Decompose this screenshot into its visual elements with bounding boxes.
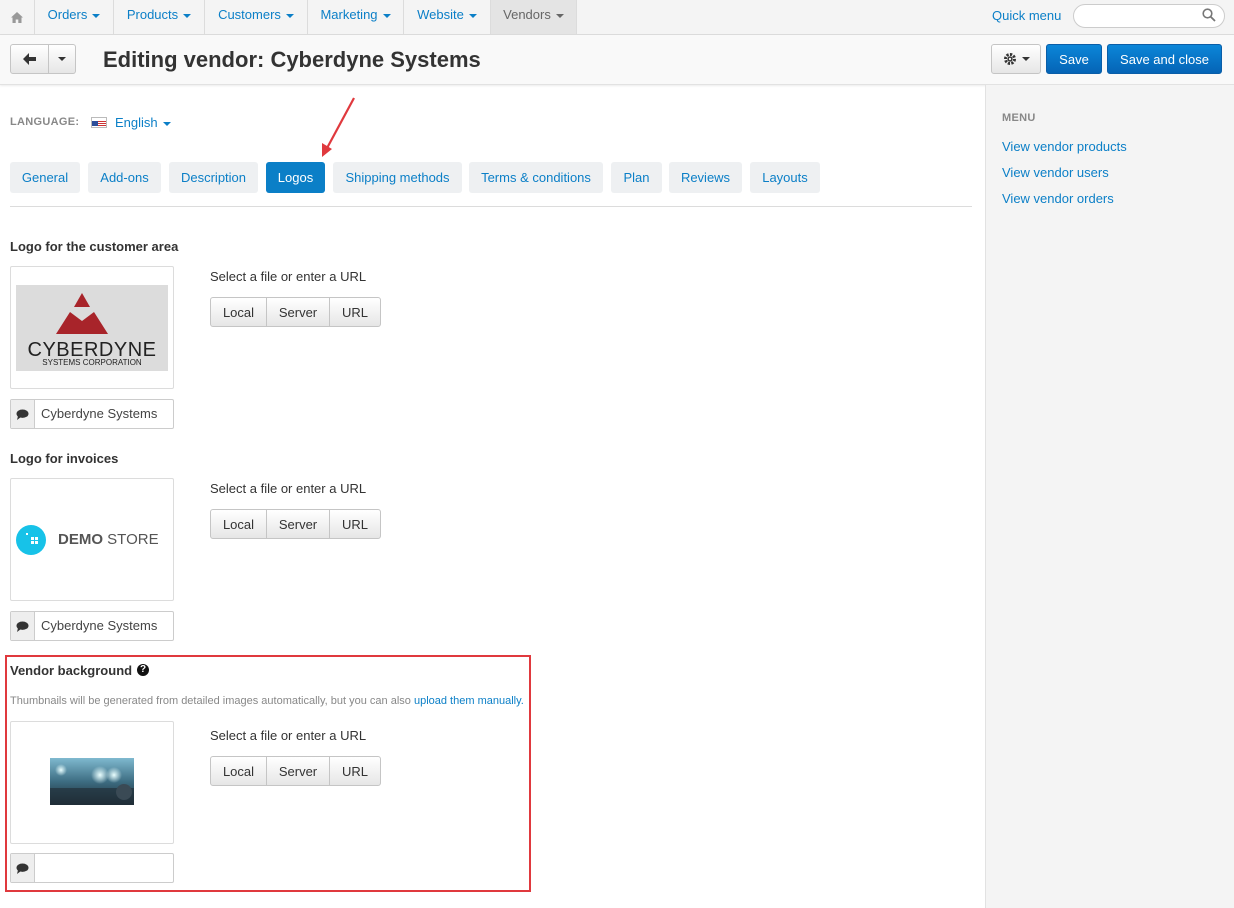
arrow-left-icon: [23, 53, 36, 65]
tab-terms-conditions[interactable]: Terms & conditions: [469, 162, 603, 193]
gear-icon: [1003, 53, 1016, 65]
url-button[interactable]: URL: [329, 756, 381, 786]
home-icon[interactable]: [0, 0, 35, 34]
tab-reviews[interactable]: Reviews: [669, 162, 742, 193]
invoice-logo-preview: DEMO STORE: [10, 478, 174, 601]
back-button[interactable]: [10, 44, 49, 74]
demo-store-logo-icon: [16, 525, 46, 555]
customer-logo-alt-value: Cyberdyne Systems: [41, 406, 158, 421]
customer-logo-alt-field[interactable]: Cyberdyne Systems: [10, 399, 174, 429]
cyberdyne-logo-subtext: SYSTEMS CORPORATION: [42, 358, 142, 367]
annotation-arrow-icon: [322, 97, 355, 157]
upload-manually-link[interactable]: upload them manually.: [414, 695, 524, 707]
thumbnail-hint-text: Thumbnails will be generated from detail…: [10, 695, 411, 707]
tab-plan[interactable]: Plan: [611, 162, 662, 193]
save-and-close-button[interactable]: Save and close: [1107, 44, 1222, 74]
invoice-logo-alt-field[interactable]: Cyberdyne Systems: [10, 611, 174, 641]
local-button[interactable]: Local: [210, 297, 267, 327]
nav-marketing[interactable]: Marketing: [308, 0, 404, 34]
nav-website-label: Website: [417, 7, 464, 22]
chevron-down-icon: [382, 13, 391, 18]
language-label: LANGUAGE:: [10, 116, 80, 128]
search-input[interactable]: [1073, 4, 1225, 28]
tab-layouts[interactable]: Layouts: [750, 162, 820, 193]
back-button-group: [10, 44, 76, 74]
language-selector[interactable]: English: [115, 115, 171, 130]
invoice-logo-title: Logo for invoices: [10, 451, 119, 466]
page-title: Editing vendor: Cyberdyne Systems: [103, 47, 481, 72]
vendor-background-uploader: Local Server URL: [210, 756, 381, 786]
customer-logo-uploader: Local Server URL: [210, 297, 381, 327]
tab-logos[interactable]: Logos: [266, 162, 325, 193]
vendor-background-select-label: Select a file or enter a URL: [210, 728, 367, 743]
help-icon[interactable]: ?: [137, 664, 149, 676]
chevron-down-icon: [555, 13, 564, 18]
demo-store-logo-light: STORE: [107, 531, 159, 548]
local-button[interactable]: Local: [210, 756, 267, 786]
nav-customers[interactable]: Customers: [205, 0, 308, 34]
server-button[interactable]: Server: [266, 509, 330, 539]
language-value: English: [115, 115, 158, 130]
chevron-down-icon: [285, 13, 294, 18]
nav-website[interactable]: Website: [404, 0, 491, 34]
nav-customers-label: Customers: [218, 7, 281, 22]
chevron-down-icon: [183, 13, 192, 18]
sidebar-link-vendor-orders[interactable]: View vendor orders: [1002, 191, 1114, 206]
demo-store-logo-text: DEMO STORE: [58, 531, 159, 548]
customer-logo-select-label: Select a file or enter a URL: [210, 269, 367, 284]
tab-description[interactable]: Description: [169, 162, 258, 193]
save-button[interactable]: Save: [1046, 44, 1102, 74]
server-button[interactable]: Server: [266, 297, 330, 327]
url-button[interactable]: URL: [329, 509, 381, 539]
nav-vendors-label: Vendors: [503, 7, 551, 22]
vendor-background-preview: [10, 721, 174, 844]
vendor-background-alt-field[interactable]: [10, 853, 174, 883]
server-button[interactable]: Server: [266, 756, 330, 786]
thumbnail-hint: Thumbnails will be generated from detail…: [10, 695, 524, 707]
comment-icon: [11, 400, 35, 428]
nav-orders[interactable]: Orders: [35, 0, 114, 34]
chevron-down-icon: [58, 57, 66, 61]
tab-shipping-methods[interactable]: Shipping methods: [333, 162, 462, 193]
url-button[interactable]: URL: [329, 297, 381, 327]
chevron-down-icon: [1021, 57, 1030, 61]
vendor-background-title: Vendor background: [10, 663, 133, 678]
invoice-logo-select-label: Select a file or enter a URL: [210, 481, 367, 496]
page-header: Editing vendor: Cyberdyne Systems Save S…: [0, 35, 1234, 85]
comment-icon: [11, 612, 35, 640]
back-dropdown-button[interactable]: [49, 44, 76, 74]
nav-vendors[interactable]: Vendors: [491, 0, 577, 34]
sidebar-link-vendor-users[interactable]: View vendor users: [1002, 165, 1109, 180]
chevron-down-icon: [162, 121, 171, 126]
customer-logo-preview: CYBERDYNE SYSTEMS CORPORATION: [10, 266, 174, 389]
nav-orders-label: Orders: [47, 7, 88, 22]
chevron-down-icon: [92, 13, 101, 18]
comment-icon: [11, 854, 35, 882]
nav-products-label: Products: [126, 7, 179, 22]
sidebar-link-vendor-products[interactable]: View vendor products: [1002, 139, 1127, 154]
invoice-logo-alt-value: Cyberdyne Systems: [41, 618, 158, 633]
background-image: [50, 758, 134, 805]
tab-addons[interactable]: Add-ons: [88, 162, 161, 193]
chevron-down-icon: [468, 13, 477, 18]
invoice-logo-uploader: Local Server URL: [210, 509, 381, 539]
search-icon[interactable]: [1202, 8, 1216, 25]
nav-products[interactable]: Products: [114, 0, 205, 34]
customer-logo-title: Logo for the customer area: [10, 239, 179, 254]
demo-store-logo-bold: DEMO: [58, 531, 103, 548]
tab-general[interactable]: General: [10, 162, 80, 193]
nav-marketing-label: Marketing: [320, 7, 378, 22]
top-navigation: Orders Products Customers Marketing Webs…: [0, 0, 1234, 35]
quick-menu-link[interactable]: Quick menu: [992, 0, 1061, 31]
settings-dropdown-button[interactable]: [991, 44, 1041, 74]
us-flag-icon: [91, 117, 107, 128]
sidebar: MENU View vendor products View vendor us…: [985, 85, 1234, 908]
local-button[interactable]: Local: [210, 509, 267, 539]
tab-divider: [10, 206, 972, 207]
sidebar-title: MENU: [1002, 112, 1036, 124]
